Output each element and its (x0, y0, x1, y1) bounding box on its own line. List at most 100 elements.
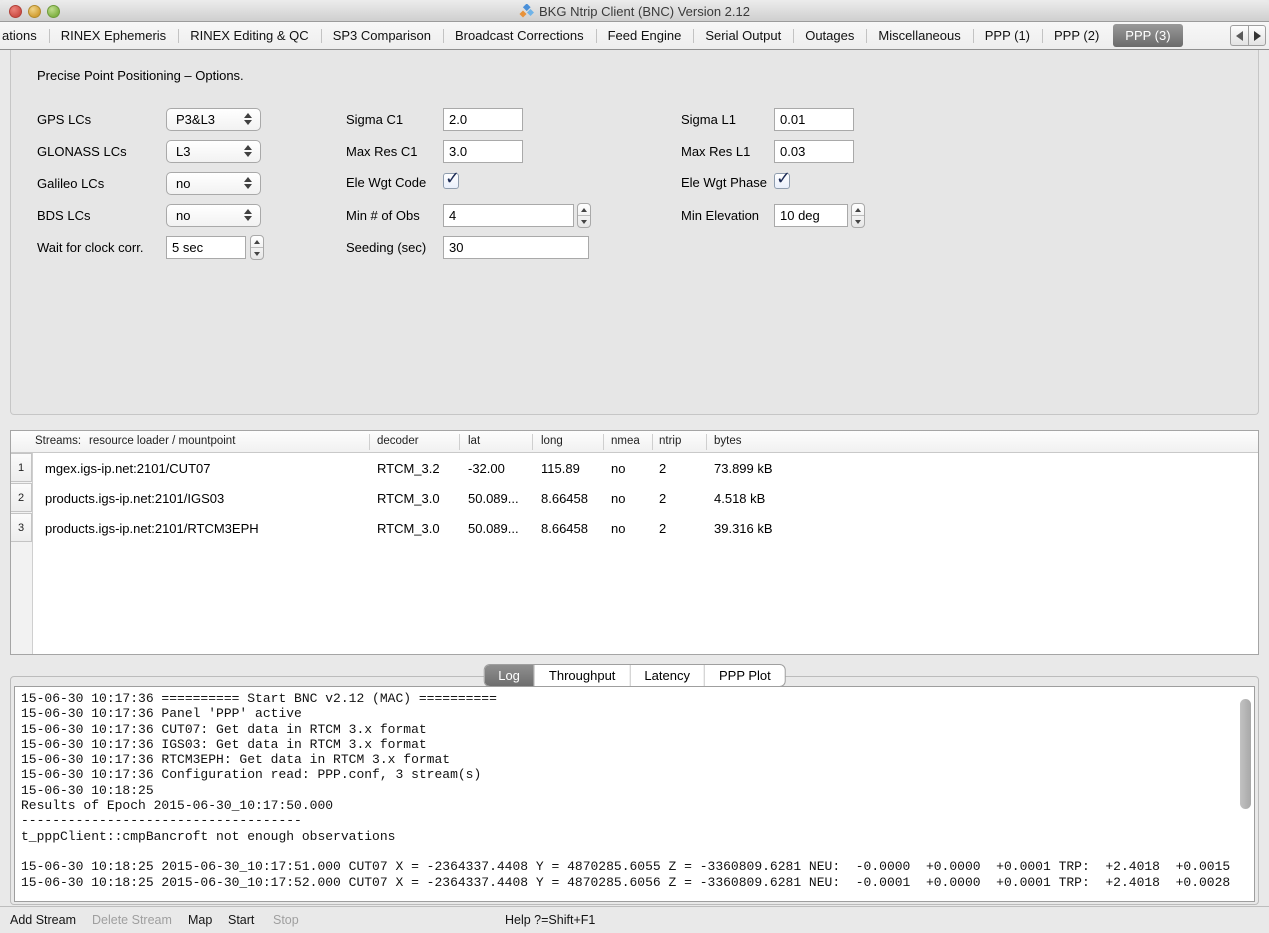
add-stream-button[interactable]: Add Stream (10, 913, 76, 927)
sigma-c1-label: Sigma C1 (346, 112, 403, 127)
min-elevation-input[interactable] (774, 204, 848, 227)
bds-lcs-combo[interactable]: no (166, 204, 261, 227)
combo-updown-icon (244, 209, 252, 221)
col-header-bytes[interactable]: bytes (714, 435, 742, 447)
galileo-lcs-combo[interactable]: no (166, 172, 261, 195)
cell-lat: 50.089... (468, 491, 519, 506)
app-icon (519, 4, 534, 19)
log-text: 15-06-30 10:17:36 ========== Start BNC v… (15, 687, 1254, 890)
min-obs-input[interactable] (443, 204, 574, 227)
start-button[interactable]: Start (228, 913, 254, 927)
stepper-down-icon[interactable] (578, 216, 590, 227)
table-row[interactable]: products.igs-ip.net:2101/IGS03 RTCM_3.0 … (11, 483, 1258, 513)
log-output[interactable]: 15-06-30 10:17:36 ========== Start BNC v… (14, 686, 1255, 902)
glonass-lcs-label: GLONASS LCs (37, 144, 127, 159)
ele-wgt-phase-label: Ele Wgt Phase (681, 175, 767, 190)
col-header-nmea[interactable]: nmea (611, 435, 640, 447)
tab-miscellaneous[interactable]: Miscellaneous (866, 22, 972, 50)
log-scrollbar-thumb[interactable] (1240, 699, 1251, 809)
status-bar: Add Stream Delete Stream Map Start Stop … (0, 906, 1269, 933)
cell-decoder: RTCM_3.2 (377, 461, 440, 476)
gps-lcs-combo[interactable]: P3&L3 (166, 108, 261, 131)
tab-outages[interactable]: Outages (793, 22, 866, 50)
ppp-options-panel: Precise Point Positioning – Options. GPS… (10, 50, 1259, 415)
table-row[interactable]: mgex.igs-ip.net:2101/CUT07 RTCM_3.2 -32.… (11, 453, 1258, 483)
cell-mountpoint: mgex.igs-ip.net:2101/CUT07 (45, 461, 210, 476)
ele-wgt-code-label: Ele Wgt Code (346, 175, 426, 190)
stepper-up-icon[interactable] (251, 236, 263, 248)
galileo-lcs-label: Galileo LCs (37, 176, 104, 191)
stepper-down-icon[interactable] (251, 248, 263, 259)
max-res-l1-label: Max Res L1 (681, 144, 750, 159)
log-tab-bar: Log Throughput Latency PPP Plot (483, 664, 786, 687)
min-obs-stepper[interactable] (577, 203, 591, 228)
col-header-decoder[interactable]: decoder (377, 435, 419, 447)
cell-long: 115.89 (541, 461, 580, 476)
tab-ppp-1[interactable]: PPP (1) (973, 22, 1042, 50)
tab-sp3-comparison[interactable]: SP3 Comparison (321, 22, 443, 50)
log-scrollbar[interactable] (1239, 689, 1252, 899)
table-row[interactable]: products.igs-ip.net:2101/RTCM3EPH RTCM_3… (11, 513, 1258, 543)
max-res-c1-label: Max Res C1 (346, 144, 418, 159)
sigma-c1-input[interactable] (443, 108, 523, 131)
seeding-label: Seeding (sec) (346, 240, 426, 255)
stepper-up-icon[interactable] (578, 204, 590, 216)
bds-lcs-label: BDS LCs (37, 208, 90, 223)
help-shortcut-label[interactable]: Help ?=Shift+F1 (505, 913, 595, 927)
bnc-window: BKG Ntrip Client (BNC) Version 2.12 atio… (0, 0, 1269, 933)
tab-broadcast-corrections[interactable]: Broadcast Corrections (443, 22, 596, 50)
tab-latency[interactable]: Latency (629, 665, 704, 686)
cell-lat: 50.089... (468, 521, 519, 536)
cell-long: 8.66458 (541, 491, 588, 506)
wait-clock-input[interactable] (166, 236, 246, 259)
glonass-lcs-combo[interactable]: L3 (166, 140, 261, 163)
panel-title: Precise Point Positioning – Options. (37, 68, 244, 83)
tab-rinex-ephemeris[interactable]: RINEX Ephemeris (49, 22, 178, 50)
tab-serial-output[interactable]: Serial Output (693, 22, 793, 50)
tab-ppp-3[interactable]: PPP (3) (1113, 24, 1182, 47)
stepper-up-icon[interactable] (852, 204, 864, 216)
tab-scroll-left-button[interactable] (1230, 25, 1248, 46)
min-obs-label: Min # of Obs (346, 208, 420, 223)
delete-stream-button: Delete Stream (92, 913, 172, 927)
tab-observations[interactable]: ations (0, 22, 49, 50)
sigma-l1-label: Sigma L1 (681, 112, 736, 127)
tab-log[interactable]: Log (484, 665, 534, 686)
tab-throughput[interactable]: Throughput (534, 665, 630, 686)
tab-ppp-plot[interactable]: PPP Plot (704, 665, 785, 686)
cell-bytes: 39.316 kB (714, 521, 773, 536)
col-header-mountpoint[interactable]: resource loader / mountpoint (89, 435, 235, 447)
max-res-l1-input[interactable] (774, 140, 854, 163)
ele-wgt-code-checkbox[interactable] (443, 173, 459, 189)
cell-nmea: no (611, 521, 625, 536)
window-title: BKG Ntrip Client (BNC) Version 2.12 (539, 4, 750, 19)
tab-rinex-editing-qc[interactable]: RINEX Editing & QC (178, 22, 321, 50)
cell-nmea: no (611, 461, 625, 476)
gps-lcs-label: GPS LCs (37, 112, 91, 127)
wait-clock-stepper[interactable] (250, 235, 264, 260)
tab-scroll-right-button[interactable] (1248, 25, 1266, 46)
bds-lcs-value: no (176, 208, 190, 223)
cell-mountpoint: products.igs-ip.net:2101/RTCM3EPH (45, 521, 259, 536)
min-elevation-stepper[interactable] (851, 203, 865, 228)
map-button[interactable]: Map (188, 913, 212, 927)
tab-feed-engine[interactable]: Feed Engine (596, 22, 694, 50)
cell-mountpoint: products.igs-ip.net:2101/IGS03 (45, 491, 224, 506)
max-res-c1-input[interactable] (443, 140, 523, 163)
col-header-lat[interactable]: lat (468, 435, 480, 447)
cell-bytes: 73.899 kB (714, 461, 773, 476)
title-bar: BKG Ntrip Client (BNC) Version 2.12 (0, 0, 1269, 22)
cell-decoder: RTCM_3.0 (377, 521, 440, 536)
right-triangle-icon (1254, 31, 1261, 41)
tab-ppp-2[interactable]: PPP (2) (1042, 22, 1111, 50)
cell-bytes: 4.518 kB (714, 491, 765, 506)
col-header-long[interactable]: long (541, 435, 563, 447)
galileo-lcs-value: no (176, 176, 190, 191)
sigma-l1-input[interactable] (774, 108, 854, 131)
cell-decoder: RTCM_3.0 (377, 491, 440, 506)
col-header-ntrip[interactable]: ntrip (659, 435, 681, 447)
ele-wgt-phase-checkbox[interactable] (774, 173, 790, 189)
stepper-down-icon[interactable] (852, 216, 864, 227)
seeding-input[interactable] (443, 236, 589, 259)
streams-table-header: Streams: resource loader / mountpoint de… (11, 431, 1258, 453)
